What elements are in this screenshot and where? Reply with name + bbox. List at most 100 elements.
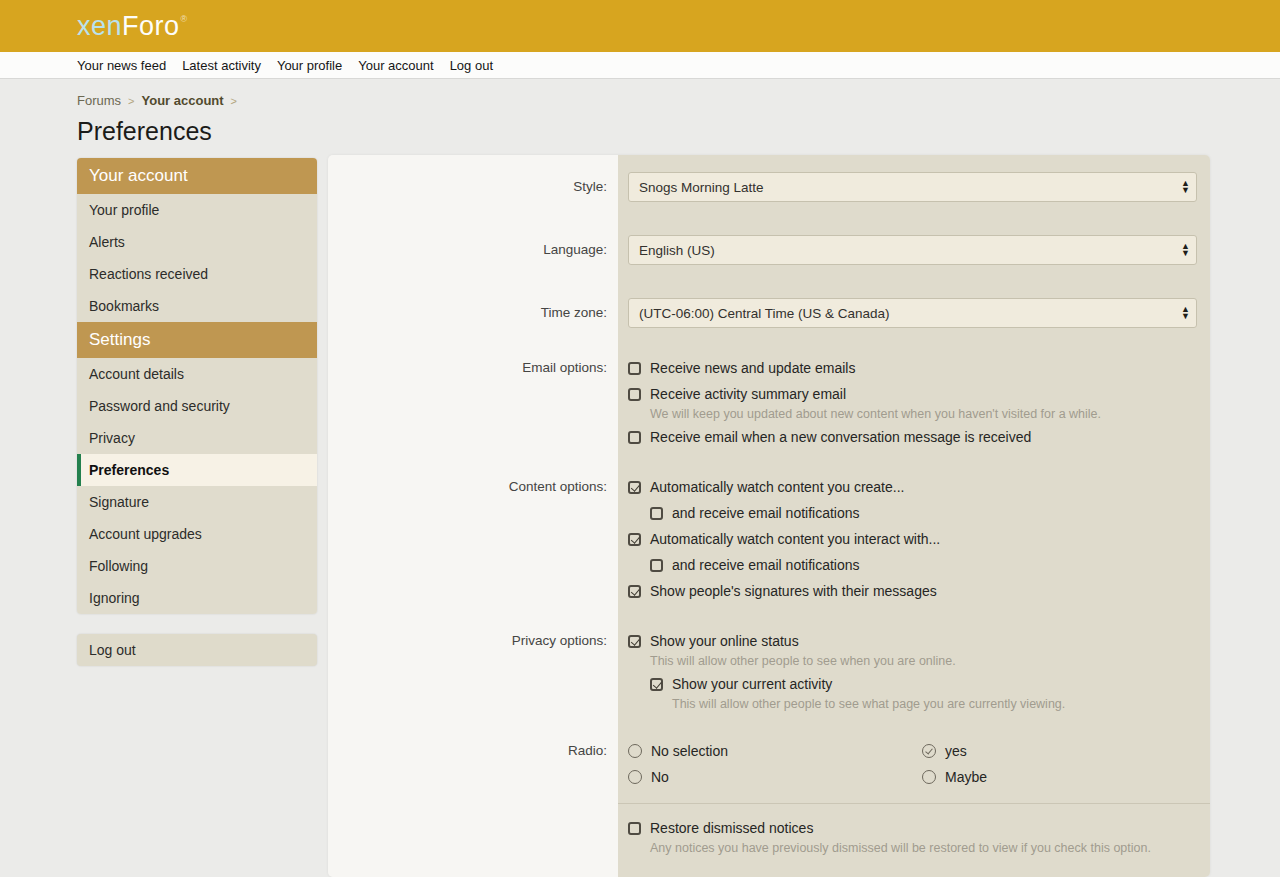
nav-link-latest-activity[interactable]: Latest activity: [182, 58, 261, 73]
sidebar-item-reactions-received[interactable]: Reactions received: [77, 258, 317, 290]
checkbox-label: Receive email when a new conversation me…: [650, 429, 1031, 445]
unchecked-radio-icon[interactable]: [628, 770, 642, 784]
select-value: Snogs Morning Latte: [639, 180, 764, 195]
field-label-email-options: Email options:: [328, 344, 618, 463]
checkbox-label: Receive news and update emails: [650, 360, 855, 376]
radio-column: No selection No: [628, 741, 922, 793]
app-header: xenForo®: [0, 0, 1280, 52]
checked-checkbox-icon[interactable]: [650, 678, 663, 691]
radio-row: No: [628, 767, 922, 787]
sidebar-item-following[interactable]: Following: [77, 550, 317, 582]
sidebar-item-alerts[interactable]: Alerts: [77, 226, 317, 258]
unchecked-checkbox-icon[interactable]: [650, 507, 663, 520]
timezone-select[interactable]: (UTC-06:00) Central Time (US & Canada) ▲▼: [628, 298, 1197, 328]
filler-label: [328, 871, 618, 877]
radio-label: Maybe: [945, 769, 987, 785]
checked-checkbox-icon[interactable]: [628, 481, 641, 494]
nav-link-your-account[interactable]: Your account: [358, 58, 433, 73]
nav-link-your-news-feed[interactable]: Your news feed: [77, 58, 166, 73]
field-label-radio: Radio:: [328, 727, 618, 803]
sidebar-item-preferences[interactable]: Preferences: [77, 454, 317, 486]
checked-checkbox-icon[interactable]: [628, 635, 641, 648]
form-row-style: Style: Snogs Morning Latte ▲▼: [328, 155, 1210, 218]
field-content-style: Snogs Morning Latte ▲▼: [618, 155, 1210, 218]
checkbox-label: and receive email notifications: [672, 557, 860, 573]
checkbox-label: Automatically watch content you create..…: [650, 479, 904, 495]
sidebar-item-signature[interactable]: Signature: [77, 486, 317, 518]
sidebar-section-header-settings: Settings: [77, 322, 317, 358]
checkbox-row: Restore dismissed notices: [628, 818, 1197, 838]
unchecked-checkbox-icon[interactable]: [628, 388, 641, 401]
form-row-privacy-options: Privacy options: Show your online status T…: [328, 617, 1210, 727]
checkbox-label: Restore dismissed notices: [650, 820, 813, 836]
field-content-radio: No selection No yes Maybe: [618, 727, 1210, 803]
unchecked-checkbox-icon[interactable]: [628, 362, 641, 375]
field-content-restore-notices: Restore dismissed notices Any notices you…: [618, 803, 1210, 871]
unchecked-radio-icon[interactable]: [628, 744, 642, 758]
unchecked-checkbox-icon[interactable]: [628, 431, 641, 444]
form-row-email-options: Email options: Receive news and update em…: [328, 344, 1210, 463]
breadcrumb-item-your-account[interactable]: Your account: [142, 93, 224, 108]
filler-content: [618, 871, 1210, 877]
xenforo-logo[interactable]: xenForo®: [77, 11, 188, 42]
breadcrumb-separator: >: [231, 95, 237, 107]
sidebar-section-header-your-account: Your account: [77, 158, 317, 194]
language-select[interactable]: English (US)▲▼: [628, 235, 1197, 265]
checkbox-label: Receive activity summary email: [650, 386, 846, 402]
checkbox-label: and receive email notifications: [672, 505, 860, 521]
select-value: (UTC-06:00) Central Time (US & Canada): [639, 306, 890, 321]
unchecked-radio-icon[interactable]: [922, 770, 936, 784]
radio-label: No: [651, 769, 669, 785]
checkbox-row: and receive email notifications: [650, 555, 1197, 575]
form-row-language: Language:English (US)▲▼: [328, 218, 1210, 281]
logo-xen: xen: [77, 11, 122, 41]
checked-checkbox-icon[interactable]: [628, 585, 641, 598]
unchecked-checkbox-icon[interactable]: [650, 559, 663, 572]
field-content-privacy-options: Show your online status This will allow o…: [618, 617, 1210, 727]
select-arrows-icon: ▲▼: [1181, 180, 1190, 194]
breadcrumb-item-forums[interactable]: Forums: [77, 93, 121, 108]
checkbox-row: Show your current activity: [650, 674, 1197, 694]
field-label-restore-notices: [328, 803, 618, 871]
checkbox-label: Automatically watch content you interact…: [650, 531, 940, 547]
unchecked-checkbox-icon[interactable]: [628, 822, 641, 835]
checkbox-row: Automatically watch content you create..…: [628, 477, 1197, 497]
field-label-style: Style:: [328, 155, 618, 218]
form-row-radio: Radio: No selection No yes Maybe: [328, 727, 1210, 803]
help-text: This will allow other people to see when…: [650, 654, 1197, 669]
checkbox-row: Receive activity summary email: [628, 384, 1197, 404]
logo-registered-mark: ®: [181, 14, 188, 24]
select-arrows-icon: ▲▼: [1181, 243, 1190, 257]
sidebar-item-ignoring[interactable]: Ignoring: [77, 582, 317, 614]
checkbox-label: Show your online status: [650, 633, 799, 649]
sidebar-logout-button[interactable]: Log out: [77, 634, 317, 666]
top-navbar: Your news feed Latest activity Your profil…: [0, 52, 1280, 79]
checkbox-label: Show your current activity: [672, 676, 832, 692]
help-text: Any notices you have previously dismisse…: [650, 841, 1197, 856]
sidebar-item-your-profile[interactable]: Your profile: [77, 194, 317, 226]
field-content-language: English (US)▲▼: [618, 218, 1210, 281]
checked-checkbox-icon[interactable]: [628, 533, 641, 546]
help-text: We will keep you updated about new conte…: [650, 407, 1197, 422]
radio-label: yes: [945, 743, 967, 759]
style-select[interactable]: Snogs Morning Latte ▲▼: [628, 172, 1197, 202]
field-label-timezone: Time zone:: [328, 281, 618, 344]
radio-columns: No selection No yes Maybe: [628, 741, 1197, 793]
field-label-privacy-options: Privacy options:: [328, 617, 618, 727]
checked-radio-icon[interactable]: [922, 744, 936, 758]
nav-link-log-out[interactable]: Log out: [450, 58, 493, 73]
radio-label: No selection: [651, 743, 728, 759]
sidebar-item-account-details[interactable]: Account details: [77, 358, 317, 390]
sidebar-item-bookmarks[interactable]: Bookmarks: [77, 290, 317, 322]
form-row-timezone: Time zone: (UTC-06:00) Central Time (US &…: [328, 281, 1210, 344]
breadcrumb-separator: >: [128, 95, 134, 107]
form-row-restore-notices: Restore dismissed notices Any notices you…: [328, 803, 1210, 871]
sidebar-item-password-and-security[interactable]: Password and security: [77, 390, 317, 422]
sidebar-item-account-upgrades[interactable]: Account upgrades: [77, 518, 317, 550]
form-filler-row: [328, 871, 1210, 877]
sidebar-item-privacy[interactable]: Privacy: [77, 422, 317, 454]
select-arrows-icon: ▲▼: [1181, 306, 1190, 320]
checkbox-label: Show people's signatures with their mess…: [650, 583, 937, 599]
nav-link-your-profile[interactable]: Your profile: [277, 58, 342, 73]
radio-row: No selection: [628, 741, 922, 761]
